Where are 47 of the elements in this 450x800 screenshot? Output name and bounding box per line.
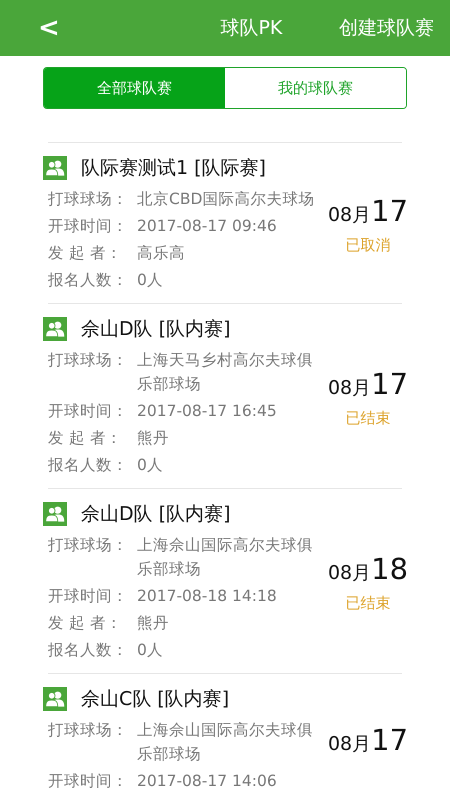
field-label: 打球球场：	[48, 720, 129, 741]
match-date: 08月 18	[328, 552, 408, 586]
create-match-button[interactable]: 创建球队赛	[339, 15, 434, 41]
match-status: 已结束	[346, 408, 390, 428]
field-value: 熊丹	[137, 613, 170, 634]
field-value: 高乐高	[137, 243, 186, 264]
field-label: 发 起 者：	[48, 428, 123, 449]
back-button[interactable]: <	[34, 13, 64, 43]
field-value: 2017-08-17 09:46	[137, 216, 278, 237]
field-label: 打球球场：	[48, 350, 129, 371]
field-value: 熊丹	[137, 428, 170, 449]
match-title: 佘山C队 [队内赛]	[81, 687, 230, 712]
field-label: 开球时间：	[48, 586, 129, 607]
field-value: 2017-08-17 16:45	[137, 401, 278, 422]
match-title: 佘山D队 [队内赛]	[81, 502, 230, 527]
field-value: 0人	[137, 455, 164, 476]
match-title: 佘山D队 [队内赛]	[81, 317, 230, 342]
match-date: 08月 17	[328, 194, 408, 228]
field-label: 发 起 者：	[48, 243, 123, 264]
field-label: 开球时间：	[48, 771, 129, 792]
field-value: 2017-08-17 14:06	[137, 771, 278, 792]
field-label: 报名人数：	[48, 640, 129, 661]
field-value: 0人	[137, 640, 164, 661]
match-status: 已取消	[346, 236, 390, 254]
field-label: 报名人数：	[48, 270, 129, 291]
field-label: 打球球场：	[48, 535, 129, 556]
field-value: 北京CBD国际高尔夫球场	[137, 189, 316, 210]
field-value: 上海佘山国际高尔夫球俱乐部球场	[137, 720, 314, 765]
field-label: 打球球场：	[48, 189, 129, 210]
team-icon	[43, 502, 67, 526]
team-icon	[43, 317, 67, 341]
tab[interactable]: 全部球队赛	[44, 68, 225, 108]
field-label: 开球时间：	[48, 401, 129, 422]
field-label: 发 起 者：	[48, 613, 123, 634]
match-status: 已结束	[346, 594, 390, 612]
field-value: 0人	[137, 270, 164, 291]
match-title: 队际赛测试1 [队际赛]	[81, 156, 266, 181]
field-value: 上海佘山国际高尔夫球俱乐部球场	[137, 535, 314, 580]
team-icon	[43, 687, 67, 711]
match-date: 08月 17	[328, 366, 408, 400]
field-label: 开球时间：	[48, 216, 129, 237]
page-title: 球队PK	[220, 16, 282, 41]
match-date: 08月 17	[328, 723, 408, 757]
team-icon	[43, 156, 67, 180]
field-value: 2017-08-18 14:18	[137, 586, 278, 607]
field-value: 上海天马乡村高尔夫球俱乐部球场	[137, 350, 314, 395]
field-label: 报名人数：	[48, 455, 129, 476]
